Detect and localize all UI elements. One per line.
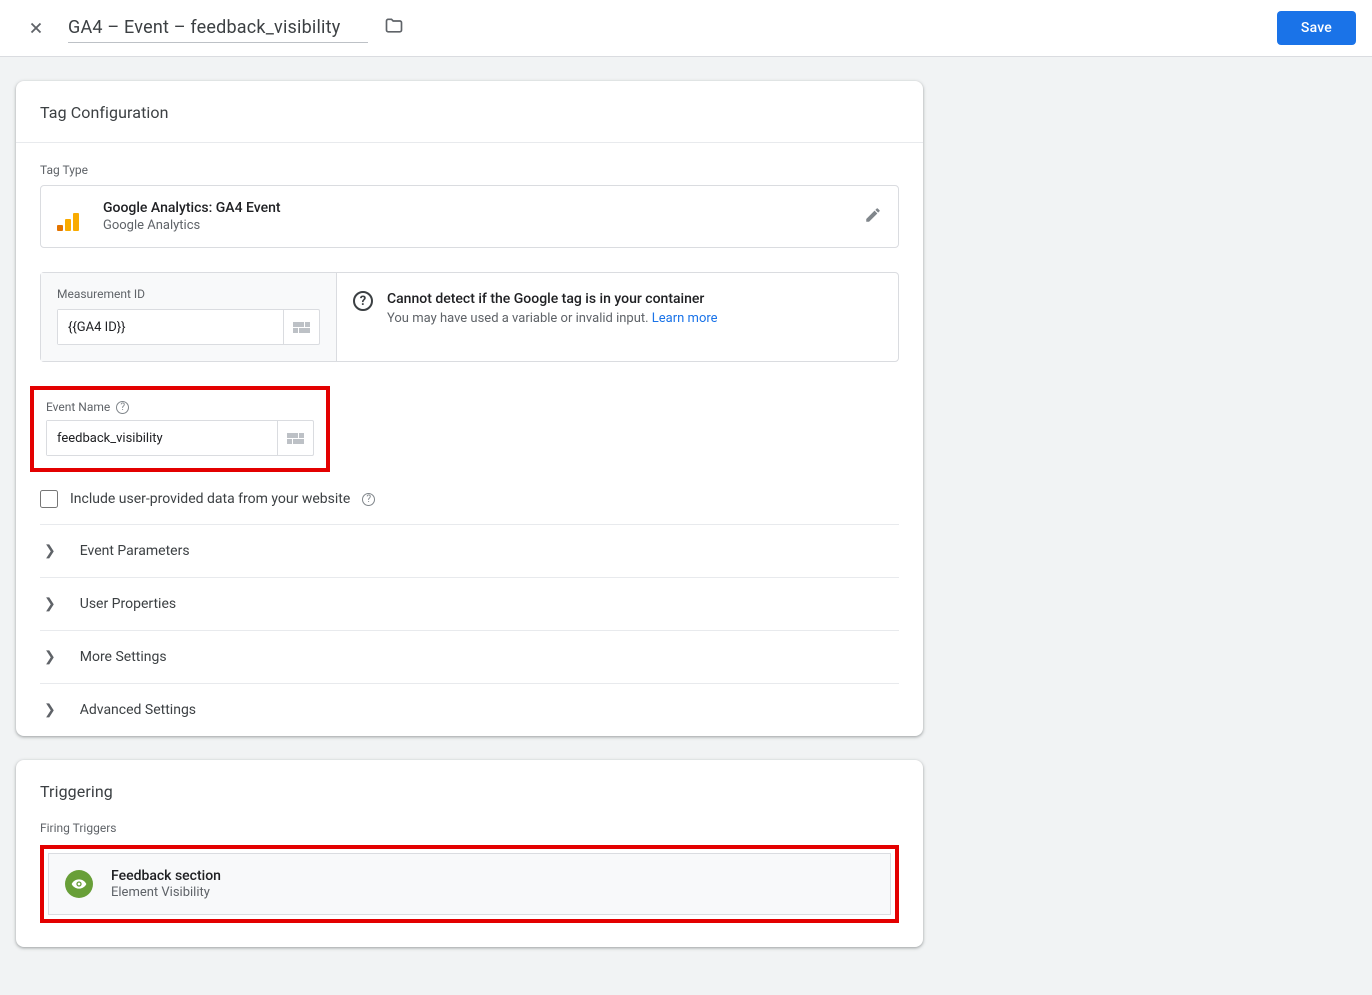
firing-triggers-label: Firing Triggers — [40, 821, 899, 835]
variable-picker-button[interactable] — [277, 421, 313, 455]
tag-title-input[interactable] — [68, 13, 368, 43]
google-analytics-icon — [57, 203, 85, 231]
help-icon[interactable]: ? — [116, 401, 129, 414]
help-icon: ? — [353, 291, 373, 311]
save-button[interactable]: Save — [1277, 11, 1356, 45]
tag-configuration-card: Tag Configuration Tag Type Google Analyt… — [16, 81, 923, 736]
triggering-card: Triggering Firing Triggers Feedback sect… — [16, 760, 923, 947]
variable-picker-button[interactable] — [283, 310, 319, 344]
event-name-input[interactable] — [47, 421, 277, 455]
expand-user-properties[interactable]: ❯ User Properties — [40, 577, 899, 630]
warning-body-text: You may have used a variable or invalid … — [387, 311, 652, 326]
measurement-id-label: Measurement ID — [57, 287, 320, 301]
variable-icon — [287, 433, 304, 444]
include-upd-checkbox[interactable] — [40, 490, 58, 508]
help-icon[interactable]: ? — [362, 493, 375, 506]
close-icon — [27, 19, 45, 37]
tag-type-label: Tag Type — [40, 163, 899, 177]
tag-config-title: Tag Configuration — [16, 81, 923, 143]
warning-title: Cannot detect if the Google tag is in yo… — [387, 291, 882, 307]
folder-button[interactable] — [384, 16, 404, 40]
include-upd-label: Include user-provided data from your web… — [70, 491, 350, 507]
event-name-label: Event Name ? — [46, 400, 314, 414]
measurement-id-input[interactable] — [58, 310, 283, 344]
triggering-title: Triggering — [16, 760, 923, 801]
page-header: Save — [0, 0, 1372, 57]
event-name-highlight: Event Name ? — [30, 386, 330, 472]
chevron-right-icon: ❯ — [44, 596, 56, 612]
tag-type-name: Google Analytics: GA4 Event — [103, 200, 864, 216]
variable-icon — [293, 322, 310, 333]
visibility-trigger-icon — [65, 870, 93, 898]
learn-more-link[interactable]: Learn more — [652, 311, 718, 326]
close-button[interactable] — [16, 8, 56, 48]
expand-more-settings[interactable]: ❯ More Settings — [40, 630, 899, 683]
trigger-type: Element Visibility — [111, 885, 221, 900]
expand-event-parameters[interactable]: ❯ Event Parameters — [40, 524, 899, 577]
pencil-icon — [864, 206, 882, 224]
edit-tag-type-button[interactable] — [864, 206, 882, 228]
chevron-right-icon: ❯ — [44, 702, 56, 718]
include-upd-row[interactable]: Include user-provided data from your web… — [40, 486, 899, 524]
main-content: Tag Configuration Tag Type Google Analyt… — [0, 57, 1372, 995]
chevron-right-icon: ❯ — [44, 543, 56, 559]
expand-advanced-settings[interactable]: ❯ Advanced Settings — [40, 683, 899, 736]
eye-icon — [71, 876, 87, 892]
trigger-highlight: Feedback section Element Visibility — [40, 845, 899, 923]
folder-icon — [384, 16, 404, 36]
chevron-right-icon: ❯ — [44, 649, 56, 665]
trigger-name: Feedback section — [111, 868, 221, 884]
trigger-row[interactable]: Feedback section Element Visibility — [48, 853, 891, 915]
measurement-id-field: Measurement ID — [41, 273, 337, 361]
tag-type-provider: Google Analytics — [103, 218, 864, 233]
tag-detection-warning: ? Cannot detect if the Google tag is in … — [337, 273, 898, 361]
tag-type-selector[interactable]: Google Analytics: GA4 Event Google Analy… — [40, 185, 899, 248]
